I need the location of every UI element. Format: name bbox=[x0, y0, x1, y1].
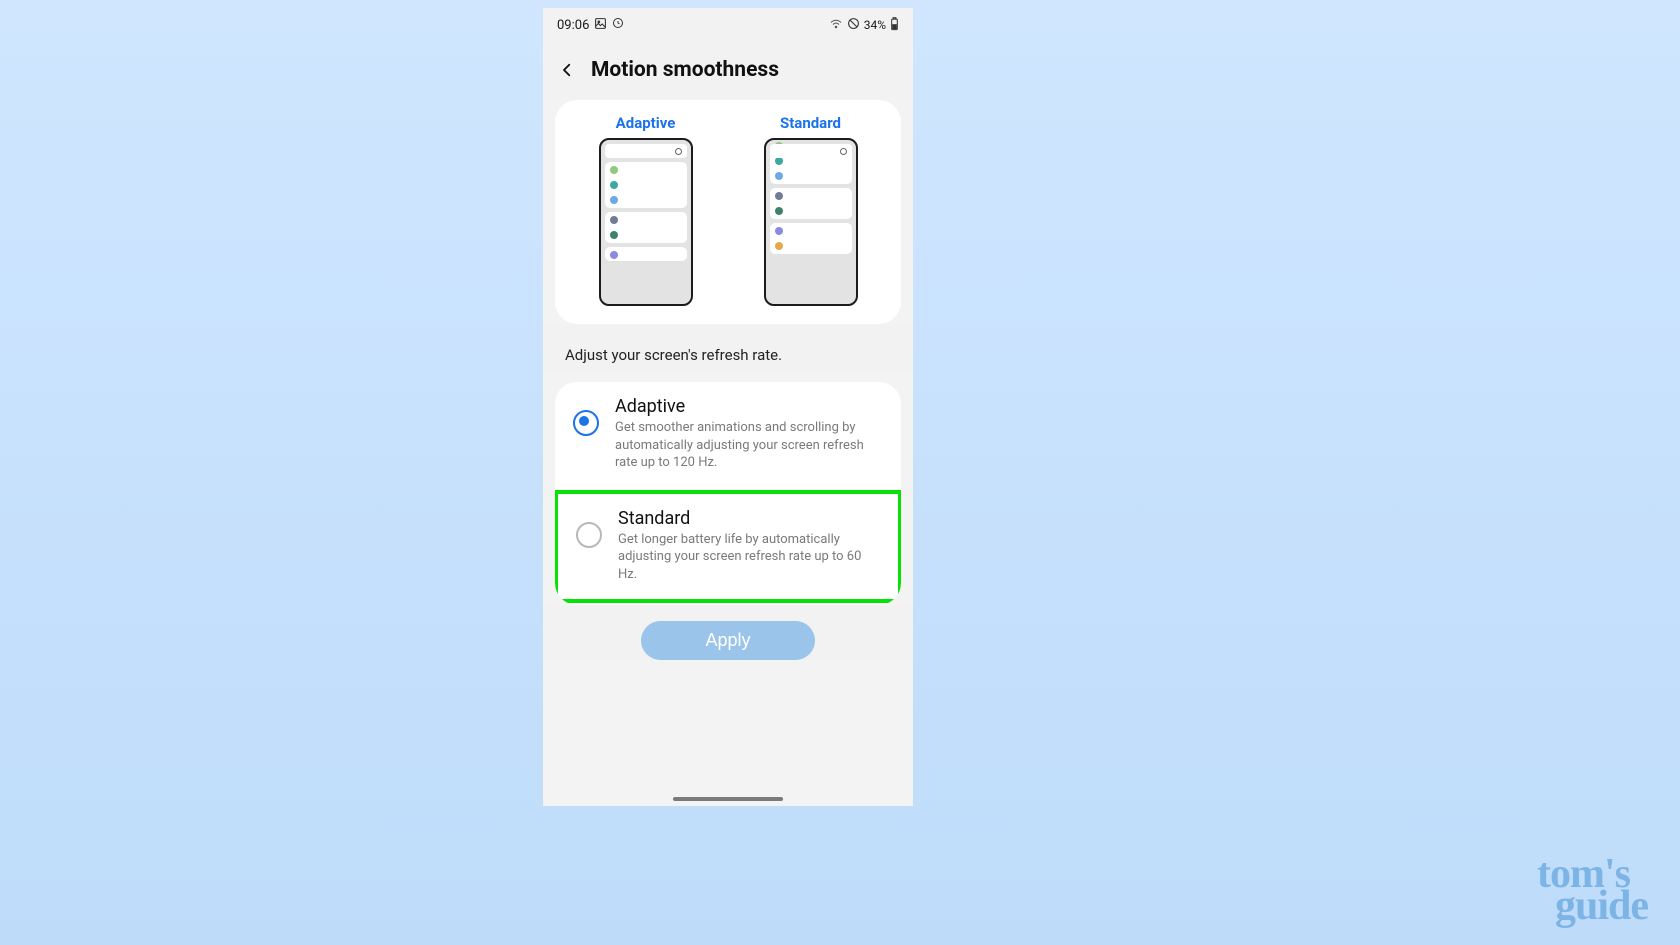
watermark-logo: tom's guide bbox=[1537, 858, 1648, 924]
section-description: Adjust your screen's refresh rate. bbox=[543, 324, 913, 374]
radio-adaptive[interactable] bbox=[573, 410, 599, 436]
wifi-icon bbox=[829, 18, 843, 33]
app-header: Motion smoothness bbox=[543, 40, 913, 100]
preview-adaptive[interactable]: Adaptive bbox=[563, 114, 728, 306]
status-time: 09:06 bbox=[557, 18, 589, 33]
preview-adaptive-mock bbox=[599, 138, 693, 306]
preview-standard[interactable]: Standard bbox=[728, 114, 893, 306]
clock-icon bbox=[612, 17, 624, 33]
option-standard-title: Standard bbox=[618, 508, 878, 529]
options-card: Adaptive Get smoother animations and scr… bbox=[555, 382, 901, 605]
preview-standard-mock bbox=[764, 138, 858, 306]
option-adaptive-title: Adaptive bbox=[615, 396, 881, 417]
option-standard-desc: Get longer battery life by automatically… bbox=[618, 531, 878, 584]
dnd-icon bbox=[847, 17, 860, 33]
battery-icon bbox=[890, 17, 899, 34]
page-title: Motion smoothness bbox=[591, 58, 779, 82]
option-standard[interactable]: Standard Get longer battery life by auto… bbox=[555, 490, 901, 604]
apply-button-wrap: Apply bbox=[543, 605, 913, 660]
option-adaptive-desc: Get smoother animations and scrolling by… bbox=[615, 419, 881, 472]
preview-card: Adaptive Standard bbox=[555, 100, 901, 324]
nav-handle[interactable] bbox=[673, 797, 783, 801]
back-icon[interactable] bbox=[557, 60, 577, 80]
status-battery: 34% bbox=[864, 18, 886, 32]
image-icon bbox=[594, 17, 607, 34]
status-bar: 09:06 34% bbox=[543, 8, 913, 40]
phone-frame: 09:06 34% Motion smoothness bbox=[543, 8, 913, 806]
preview-standard-label: Standard bbox=[728, 114, 893, 132]
radio-standard[interactable] bbox=[576, 522, 602, 548]
watermark-line2: guide bbox=[1555, 890, 1648, 923]
apply-button[interactable]: Apply bbox=[641, 621, 814, 660]
option-adaptive[interactable]: Adaptive Get smoother animations and scr… bbox=[555, 382, 901, 488]
preview-adaptive-label: Adaptive bbox=[563, 114, 728, 132]
